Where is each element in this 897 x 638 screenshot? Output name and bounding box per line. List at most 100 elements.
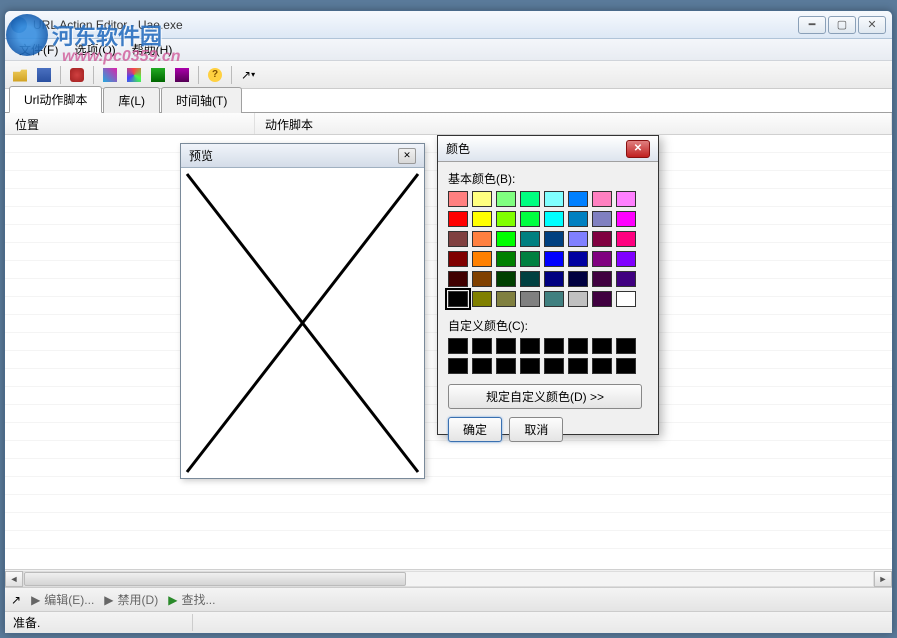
basic-color-swatch[interactable] bbox=[472, 211, 492, 227]
basic-color-swatch[interactable] bbox=[616, 211, 636, 227]
ok-button[interactable]: 确定 bbox=[448, 417, 502, 442]
custom-color-swatch[interactable] bbox=[496, 338, 516, 354]
basic-color-swatch[interactable] bbox=[544, 291, 564, 307]
basic-color-swatch[interactable] bbox=[472, 251, 492, 267]
action-arrow-button[interactable]: ↗ ▾ bbox=[237, 64, 259, 86]
basic-color-swatch[interactable] bbox=[448, 251, 468, 267]
basic-color-swatch[interactable] bbox=[544, 251, 564, 267]
basic-color-swatch[interactable] bbox=[520, 211, 540, 227]
color-tool-2[interactable] bbox=[123, 64, 145, 86]
custom-color-swatch[interactable] bbox=[616, 338, 636, 354]
color-dialog[interactable]: 颜色 ✕ 基本颜色(B): 自定义颜色(C): 规定自定义颜色(D) >> 确定… bbox=[437, 135, 659, 435]
basic-color-swatch[interactable] bbox=[448, 291, 468, 307]
basic-color-swatch[interactable] bbox=[496, 231, 516, 247]
disable-button[interactable]: ▶禁用(D) bbox=[104, 591, 158, 608]
basic-color-swatch[interactable] bbox=[568, 231, 588, 247]
custom-color-swatch[interactable] bbox=[544, 338, 564, 354]
close-button[interactable]: ✕ bbox=[858, 16, 886, 34]
basic-color-swatch[interactable] bbox=[592, 231, 612, 247]
basic-color-swatch[interactable] bbox=[544, 231, 564, 247]
basic-color-swatch[interactable] bbox=[592, 191, 612, 207]
basic-color-swatch[interactable] bbox=[592, 251, 612, 267]
cancel-button[interactable]: 取消 bbox=[509, 417, 563, 442]
basic-color-swatch[interactable] bbox=[472, 291, 492, 307]
horizontal-scrollbar[interactable]: ◄ ► bbox=[5, 569, 892, 587]
custom-color-swatch[interactable] bbox=[616, 358, 636, 374]
basic-color-swatch[interactable] bbox=[568, 271, 588, 287]
basic-color-swatch[interactable] bbox=[568, 291, 588, 307]
basic-color-swatch[interactable] bbox=[592, 211, 612, 227]
basic-color-swatch[interactable] bbox=[472, 271, 492, 287]
custom-color-swatch[interactable] bbox=[568, 338, 588, 354]
basic-color-swatch[interactable] bbox=[616, 251, 636, 267]
basic-color-swatch[interactable] bbox=[544, 271, 564, 287]
color-dialog-titlebar[interactable]: 颜色 ✕ bbox=[438, 136, 658, 162]
color-dialog-close-button[interactable]: ✕ bbox=[626, 140, 650, 158]
preview-close-button[interactable]: ✕ bbox=[398, 148, 416, 164]
basic-color-swatch[interactable] bbox=[496, 251, 516, 267]
basic-color-swatch[interactable] bbox=[544, 211, 564, 227]
basic-color-swatch[interactable] bbox=[520, 191, 540, 207]
tab-url-script[interactable]: Url动作脚本 bbox=[9, 86, 102, 113]
basic-color-swatch[interactable] bbox=[448, 191, 468, 207]
color-tool-4[interactable] bbox=[171, 64, 193, 86]
custom-color-swatch[interactable] bbox=[496, 358, 516, 374]
basic-color-swatch[interactable] bbox=[616, 291, 636, 307]
scroll-track[interactable] bbox=[23, 571, 874, 587]
basic-color-swatch[interactable] bbox=[472, 191, 492, 207]
basic-color-swatch[interactable] bbox=[616, 231, 636, 247]
color-tool-1[interactable] bbox=[99, 64, 121, 86]
open-button[interactable] bbox=[9, 64, 31, 86]
edit-button[interactable]: ▶编辑(E)... bbox=[31, 591, 94, 608]
color-tool-3[interactable] bbox=[147, 64, 169, 86]
column-script[interactable]: 动作脚本 bbox=[255, 113, 892, 134]
minimize-button[interactable]: ━ bbox=[798, 16, 826, 34]
custom-color-swatch[interactable] bbox=[568, 358, 588, 374]
basic-color-swatch[interactable] bbox=[496, 191, 516, 207]
basic-color-swatch[interactable] bbox=[520, 271, 540, 287]
list-area[interactable]: 预览 ✕ 颜色 ✕ 基本颜色(B): 自定义颜色(C): 规定自定义颜色(D bbox=[5, 135, 892, 565]
column-position[interactable]: 位置 bbox=[5, 113, 255, 134]
basic-color-swatch[interactable] bbox=[568, 211, 588, 227]
basic-color-swatch[interactable] bbox=[616, 271, 636, 287]
basic-color-swatch[interactable] bbox=[496, 211, 516, 227]
basic-color-swatch[interactable] bbox=[496, 271, 516, 287]
custom-color-swatch[interactable] bbox=[520, 338, 540, 354]
define-custom-button[interactable]: 规定自定义颜色(D) >> bbox=[448, 384, 642, 409]
basic-color-swatch[interactable] bbox=[448, 231, 468, 247]
basic-color-swatch[interactable] bbox=[448, 271, 468, 287]
basic-color-swatch[interactable] bbox=[496, 291, 516, 307]
preview-window[interactable]: 预览 ✕ bbox=[180, 143, 425, 479]
basic-color-swatch[interactable] bbox=[592, 291, 612, 307]
custom-color-swatch[interactable] bbox=[544, 358, 564, 374]
custom-color-swatch[interactable] bbox=[520, 358, 540, 374]
basic-color-swatch[interactable] bbox=[568, 191, 588, 207]
menu-help[interactable]: 帮助(H) bbox=[124, 41, 181, 58]
basic-color-swatch[interactable] bbox=[568, 251, 588, 267]
preview-titlebar[interactable]: 预览 ✕ bbox=[181, 144, 424, 168]
menu-file[interactable]: 文件(F) bbox=[11, 41, 66, 58]
custom-color-swatch[interactable] bbox=[592, 358, 612, 374]
menu-options[interactable]: 选项(O) bbox=[66, 41, 123, 58]
action-arrow-icon[interactable]: ↗ bbox=[11, 593, 21, 607]
scroll-right-button[interactable]: ► bbox=[874, 571, 892, 587]
titlebar[interactable]: URL Action Editor - Uae.exe ━ ▢ ✕ bbox=[5, 11, 892, 39]
basic-color-swatch[interactable] bbox=[448, 211, 468, 227]
custom-color-swatch[interactable] bbox=[592, 338, 612, 354]
settings-button[interactable] bbox=[66, 64, 88, 86]
basic-color-swatch[interactable] bbox=[520, 251, 540, 267]
scroll-thumb[interactable] bbox=[24, 572, 406, 586]
save-button[interactable] bbox=[33, 64, 55, 86]
tab-library[interactable]: 库(L) bbox=[103, 87, 160, 113]
basic-color-swatch[interactable] bbox=[544, 191, 564, 207]
basic-color-swatch[interactable] bbox=[616, 191, 636, 207]
basic-color-swatch[interactable] bbox=[472, 231, 492, 247]
find-button[interactable]: ▶查找... bbox=[168, 591, 215, 608]
basic-color-swatch[interactable] bbox=[520, 291, 540, 307]
maximize-button[interactable]: ▢ bbox=[828, 16, 856, 34]
tab-timeline[interactable]: 时间轴(T) bbox=[161, 87, 242, 113]
help-button[interactable]: ? bbox=[204, 64, 226, 86]
custom-color-swatch[interactable] bbox=[472, 338, 492, 354]
basic-color-swatch[interactable] bbox=[592, 271, 612, 287]
custom-color-swatch[interactable] bbox=[448, 338, 468, 354]
